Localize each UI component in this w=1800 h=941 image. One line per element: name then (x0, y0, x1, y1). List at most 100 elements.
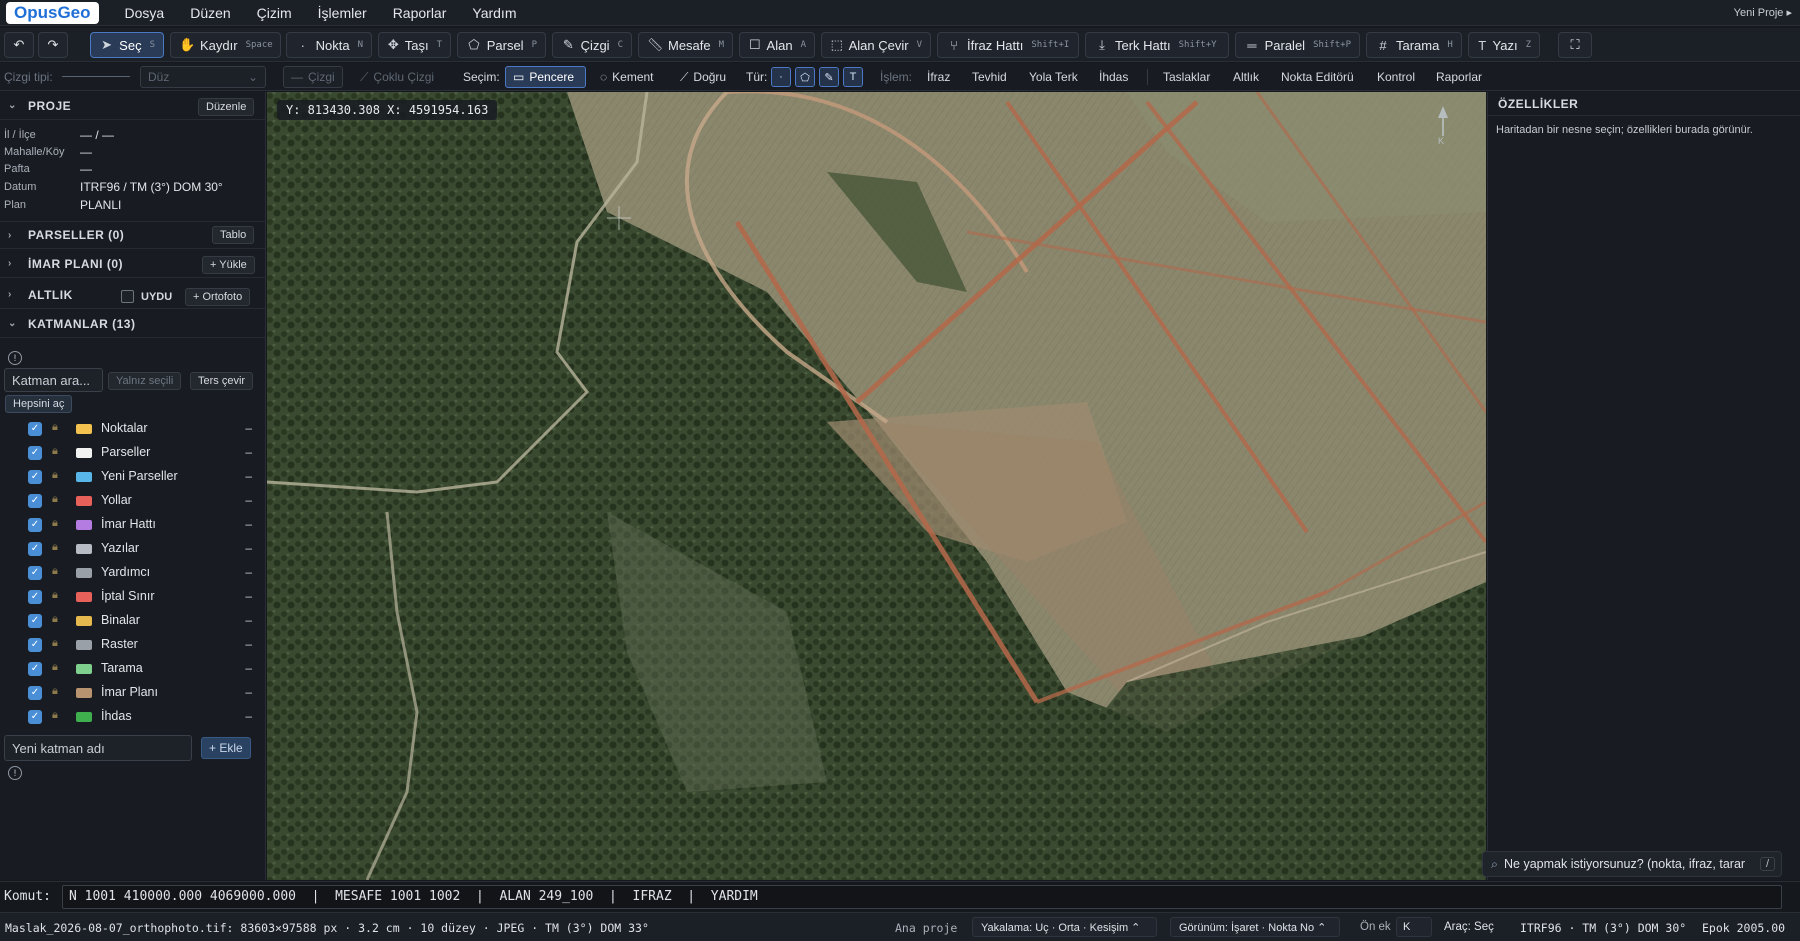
tool-cizgi[interactable]: ✎ Çizgi C (552, 32, 632, 58)
command-input[interactable]: N 1001 410000.000 4069000.000 | MESAFE 1… (62, 885, 1782, 909)
menu-yardim[interactable]: Yardım (472, 5, 516, 21)
lock-icon[interactable]: 🔒︎ (52, 637, 58, 650)
layer-row[interactable]: ✓ 🔒︎ Yollar – (0, 489, 266, 513)
layer-row[interactable]: ✓ 🔒︎ Noktalar – (0, 417, 266, 441)
layers-section-header[interactable]: ⌄ KATMANLAR (13) (0, 310, 266, 338)
assistant-input[interactable]: ⌕ Ne yapmak istiyorsunuz? (nokta, ifraz,… (1482, 851, 1782, 877)
layer-row[interactable]: ✓ 🔒︎ Yeni Parseller – (0, 465, 266, 489)
undo-button[interactable]: ↶ (4, 32, 34, 58)
lock-icon[interactable]: 🔒︎ (52, 589, 58, 602)
view-selector[interactable]: Görünüm: İşaret · Nokta No ⌃ (1170, 917, 1340, 937)
layer-search-input[interactable]: Katman ara... (4, 368, 103, 392)
layer-visible-checkbox[interactable]: ✓ (28, 446, 42, 460)
layer-visible-checkbox[interactable]: ✓ (28, 710, 42, 724)
layer-menu-button[interactable]: – (245, 541, 252, 555)
layer-color-swatch[interactable] (76, 568, 92, 578)
tool-yazi[interactable]: T Yazı Z (1468, 32, 1540, 58)
op-ihdas[interactable]: İhdas (1091, 66, 1136, 88)
new-layer-input[interactable]: Yeni katman adı (4, 735, 192, 761)
draw-line-button[interactable]: — Çizgi (283, 66, 343, 88)
lock-icon[interactable]: 🔒︎ (52, 565, 58, 578)
draw-polyline-button[interactable]: ⟋ Çoklu Çizgi (352, 66, 452, 88)
parcels-table-button[interactable]: Tablo (212, 226, 255, 244)
type-polygon-toggle[interactable]: ⬠ (795, 67, 815, 87)
open-all-button[interactable]: Hepsini aç (5, 395, 73, 413)
layer-row[interactable]: ✓ 🔒︎ Binalar – (0, 609, 266, 633)
tool-alan[interactable]: ☐ Alan A (739, 32, 815, 58)
layer-color-swatch[interactable] (76, 496, 92, 506)
only-selected-button[interactable]: Yalnız seçili (108, 372, 182, 390)
op-yola-terk[interactable]: Yola Terk (1021, 66, 1086, 88)
tool-nokta[interactable]: · Nokta N (286, 32, 372, 58)
lock-icon[interactable]: 🔒︎ (52, 541, 58, 554)
layer-color-swatch[interactable] (76, 616, 92, 626)
layer-visible-checkbox[interactable]: ✓ (28, 566, 42, 580)
layer-menu-button[interactable]: – (245, 445, 252, 459)
lock-icon[interactable]: 🔒︎ (52, 661, 58, 674)
type-point-toggle[interactable]: · (771, 67, 791, 87)
layer-color-swatch[interactable] (76, 688, 92, 698)
selection-lasso-button[interactable]: ◌ Kement (592, 66, 666, 88)
layer-row[interactable]: ✓ 🔒︎ Yardımcı – (0, 561, 266, 585)
layer-row[interactable]: ✓ 🔒︎ İhdas – (0, 705, 266, 729)
extra-taslaklar[interactable]: Taslaklar (1155, 66, 1218, 88)
project-name[interactable]: Yeni Proje ▸ (1734, 6, 1792, 19)
lock-icon[interactable]: 🔒︎ (52, 493, 58, 506)
menu-raporlar[interactable]: Raporlar (393, 5, 447, 21)
layer-row[interactable]: ✓ 🔒︎ İptal Sınır – (0, 585, 266, 609)
layer-visible-checkbox[interactable]: ✓ (28, 614, 42, 628)
extra-nokta-editoru[interactable]: Nokta Editörü (1273, 66, 1362, 88)
layer-menu-button[interactable]: – (245, 637, 252, 651)
selection-line-button[interactable]: ⟋ Doğru (672, 66, 740, 88)
layer-color-swatch[interactable] (76, 640, 92, 650)
tool-terk-hatti[interactable]: ⤓ Terk Hattı Shift+Y (1085, 32, 1229, 58)
tool-tarama[interactable]: # Tarama H (1366, 32, 1462, 58)
layer-menu-button[interactable]: – (245, 469, 252, 483)
op-tevhid[interactable]: Tevhid (964, 66, 1015, 88)
layer-visible-checkbox[interactable]: ✓ (28, 470, 42, 484)
lock-icon[interactable]: 🔒︎ (52, 685, 58, 698)
layer-color-swatch[interactable] (76, 712, 92, 722)
invert-selection-button[interactable]: Ters çevir (190, 372, 254, 390)
menu-islemler[interactable]: İşlemler (318, 5, 367, 21)
tool-ifraz-hatti[interactable]: ⑂ İfraz Hattı Shift+I (937, 32, 1079, 58)
menu-cizim[interactable]: Çizim (257, 5, 292, 21)
layer-visible-checkbox[interactable]: ✓ (28, 518, 42, 532)
layer-color-swatch[interactable] (76, 448, 92, 458)
line-style-select[interactable]: Düz ⌄ (140, 66, 266, 88)
extra-raporlar[interactable]: Raporlar (1428, 66, 1490, 88)
layer-row[interactable]: ✓ 🔒︎ Yazılar – (0, 537, 266, 561)
layer-menu-button[interactable]: – (245, 421, 252, 435)
layer-row[interactable]: ✓ 🔒︎ İmar Hattı – (0, 513, 266, 537)
lock-icon[interactable]: 🔒︎ (52, 421, 58, 434)
tool-tasi[interactable]: ✥ Taşı T (378, 32, 451, 58)
layer-color-swatch[interactable] (76, 592, 92, 602)
prefix-input[interactable]: K (1396, 917, 1432, 937)
tool-kaydir[interactable]: ✋ Kaydır Space (170, 32, 281, 58)
project-edit-button[interactable]: Düzenle (198, 98, 255, 116)
lock-icon[interactable]: 🔒︎ (52, 517, 58, 530)
layer-menu-button[interactable]: – (245, 661, 252, 675)
extra-kontrol[interactable]: Kontrol (1369, 66, 1423, 88)
layer-row[interactable]: ✓ 🔒︎ İmar Planı – (0, 681, 266, 705)
layer-color-swatch[interactable] (76, 544, 92, 554)
lock-icon[interactable]: 🔒︎ (52, 613, 58, 626)
layer-row[interactable]: ✓ 🔒︎ Tarama – (0, 657, 266, 681)
layer-menu-button[interactable]: – (245, 685, 252, 699)
redo-button[interactable]: ↷ (38, 32, 68, 58)
orthophoto-add-button[interactable]: + Ortofoto (185, 288, 251, 306)
layer-visible-checkbox[interactable]: ✓ (28, 662, 42, 676)
add-layer-button[interactable]: + Ekle (201, 737, 251, 759)
lock-icon[interactable]: 🔒︎ (52, 709, 58, 722)
layer-visible-checkbox[interactable]: ✓ (28, 590, 42, 604)
tool-parsel[interactable]: ⬠ Parsel P (457, 32, 546, 58)
selection-window-button[interactable]: ▭ Pencere (505, 66, 586, 88)
menu-duzen[interactable]: Düzen (190, 5, 230, 21)
layer-visible-checkbox[interactable]: ✓ (28, 686, 42, 700)
type-text-toggle[interactable]: T (843, 67, 863, 87)
layer-row[interactable]: ✓ 🔒︎ Parseller – (0, 441, 266, 465)
op-ifraz[interactable]: İfraz (919, 66, 958, 88)
fullscreen-button[interactable]: ⛶ (1558, 32, 1592, 58)
layer-visible-checkbox[interactable]: ✓ (28, 542, 42, 556)
lock-icon[interactable]: 🔒︎ (52, 469, 58, 482)
